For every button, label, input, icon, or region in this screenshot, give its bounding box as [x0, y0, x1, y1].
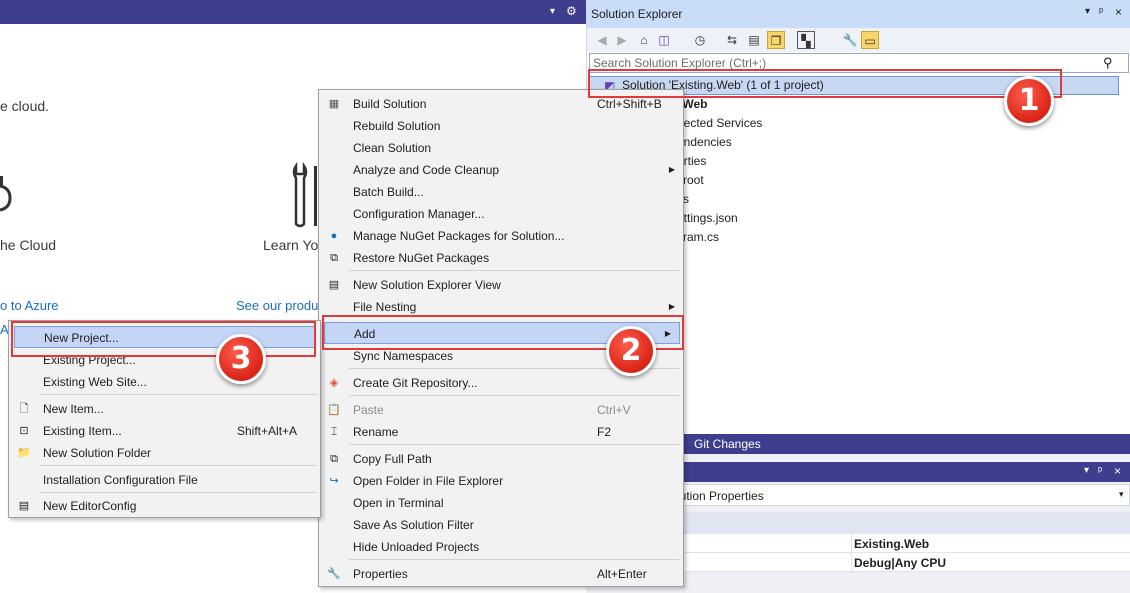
- pin-icon[interactable]: ᵖ: [1099, 6, 1103, 18]
- new-item-icon: 🗋: [19, 403, 29, 415]
- panel-title-bar: Solution Explorer ▾ ᵖ ×: [587, 0, 1130, 28]
- property-value: Debug|Any CPU: [854, 556, 947, 570]
- editorconfig-icon: ▤: [18, 500, 30, 512]
- menu-item-restore-nuget[interactable]: ⧉ Restore NuGet Packages: [319, 247, 683, 269]
- vs-switch-icon[interactable]: ◫: [655, 31, 673, 49]
- document-tab-bar: ▾ ⚙: [0, 0, 586, 24]
- close-icon[interactable]: ×: [1114, 464, 1121, 478]
- menu-separator: [349, 395, 679, 396]
- pending-changes-icon[interactable]: ◷: [691, 31, 709, 49]
- menu-item-rebuild-solution[interactable]: Rebuild Solution: [319, 115, 683, 137]
- collapse-icon[interactable]: ▤: [745, 31, 763, 49]
- callout-box-new-project: [11, 321, 316, 357]
- nuget-icon: ●: [330, 230, 338, 242]
- tree-item-connected-services[interactable]: nected Services: [677, 114, 1130, 133]
- menu-item-open-terminal[interactable]: Open in Terminal: [319, 492, 683, 514]
- tree-item-wwwroot[interactable]: root: [683, 171, 1130, 190]
- card-title-learn: Learn Yo: [263, 237, 319, 253]
- paste-icon: 📋: [327, 404, 341, 416]
- menu-separator: [349, 270, 679, 271]
- new-view-icon: ▤: [328, 279, 340, 291]
- tree-item-properties[interactable]: erties: [677, 152, 1130, 171]
- menu-item-new-solution-folder[interactable]: 📁 New Solution Folder: [9, 442, 320, 464]
- tree-item-appsettings[interactable]: ettings.json: [677, 209, 1130, 228]
- step-badge-3: 3: [216, 334, 266, 384]
- column-divider: [851, 534, 852, 574]
- menu-item-batch-build[interactable]: Batch Build...: [319, 181, 683, 203]
- cloud-icon: [0, 176, 12, 212]
- window-position-icon[interactable]: ▾: [1085, 6, 1090, 17]
- card-title-cloud: he Cloud: [0, 237, 57, 253]
- sync-icon[interactable]: ⇆: [723, 31, 741, 49]
- menu-item-copy-full-path[interactable]: ⧉ Copy Full Path: [319, 448, 683, 470]
- folder-icon: 📁: [17, 447, 31, 459]
- start-page-text: e cloud.: [0, 98, 50, 114]
- tree-item-program[interactable]: ram.cs: [683, 228, 1130, 247]
- menu-item-existing-item[interactable]: ⊡ Existing Item... Shift+Alt+A: [9, 420, 320, 442]
- menu-item-existing-web-site[interactable]: Existing Web Site...: [9, 371, 320, 393]
- step-badge-1: 1: [1004, 76, 1054, 126]
- menu-item-installation-config[interactable]: Installation Configuration File: [9, 469, 320, 491]
- panel-title: Solution Explorer: [591, 7, 683, 21]
- show-all-files-icon[interactable]: ❐: [767, 31, 785, 49]
- menu-item-analyze[interactable]: Analyze and Code Cleanup ▶: [319, 159, 683, 181]
- properties-wrench-icon[interactable]: 🔧: [841, 31, 859, 49]
- menu-item-hide-unloaded[interactable]: Hide Unloaded Projects: [319, 536, 683, 558]
- menu-item-rename[interactable]: ⌶ Rename F2: [319, 421, 683, 443]
- git-icon: ◈: [329, 377, 339, 389]
- forward-icon[interactable]: ▶: [613, 31, 631, 49]
- menu-item-open-folder[interactable]: ↪ Open Folder in File Explorer: [319, 470, 683, 492]
- search-icon[interactable]: ⚲: [1103, 55, 1113, 71]
- dropdown-icon[interactable]: ▾: [550, 6, 555, 17]
- folder-open-icon: ↪: [329, 475, 339, 487]
- back-icon[interactable]: ◀: [593, 31, 611, 49]
- menu-item-save-as-filter[interactable]: Save As Solution Filter: [319, 514, 683, 536]
- close-icon[interactable]: ×: [1115, 5, 1122, 19]
- step-badge-2: 2: [606, 326, 656, 376]
- pin-icon[interactable]: ᵖ: [1098, 465, 1102, 477]
- menu-separator: [39, 394, 317, 395]
- menu-item-manage-nuget[interactable]: ● Manage NuGet Packages for Solution...: [319, 225, 683, 247]
- copy-icon: ⧉: [330, 453, 338, 465]
- tools-icon: [292, 162, 317, 228]
- existing-item-icon: ⊡: [19, 425, 29, 437]
- window-position-icon[interactable]: ▾: [1084, 465, 1089, 476]
- restore-icon: ⧉: [330, 252, 338, 264]
- wrench-icon: 🔧: [327, 568, 341, 580]
- menu-item-new-editorconfig[interactable]: ▤ New EditorConfig: [9, 495, 320, 517]
- tree-item-dependencies[interactable]: endencies: [677, 133, 1130, 152]
- tree-item-pages[interactable]: s: [683, 190, 1130, 209]
- menu-separator: [349, 444, 679, 445]
- menu-separator: [39, 492, 317, 493]
- build-icon: ▦: [328, 98, 340, 110]
- rename-icon: ⌶: [330, 426, 338, 438]
- solution-explorer-toolbar: ◀ ▶ ⌂ ◫ ◷ ⇆ ▤ ❐ ▚ 🔧 ▭: [587, 28, 1130, 52]
- home-icon[interactable]: ⌂: [635, 31, 653, 49]
- chevron-down-icon: ▾: [1119, 489, 1124, 499]
- menu-separator: [349, 559, 679, 560]
- preview-selected-icon[interactable]: ▭: [861, 31, 879, 49]
- object-name: lution Properties: [677, 489, 764, 503]
- callout-box-solution: [588, 69, 1062, 98]
- submenu-arrow-icon: ▶: [668, 165, 675, 174]
- menu-item-new-solution-explorer-view[interactable]: ▤ New Solution Explorer View: [319, 274, 683, 296]
- property-value: Existing.Web: [854, 537, 930, 551]
- gear-icon[interactable]: ⚙: [566, 4, 577, 18]
- preview-icon[interactable]: ▚: [797, 31, 815, 49]
- menu-item-new-item[interactable]: 🗋 New Item...: [9, 398, 320, 420]
- tab-git-changes[interactable]: Git Changes: [694, 437, 761, 451]
- products-link[interactable]: See our produ: [236, 298, 318, 313]
- menu-item-paste[interactable]: 📋 Paste Ctrl+V: [319, 399, 683, 421]
- menu-separator: [39, 465, 317, 466]
- menu-item-clean-solution[interactable]: Clean Solution: [319, 137, 683, 159]
- menu-item-properties[interactable]: 🔧 Properties Alt+Enter: [319, 563, 683, 585]
- menu-item-configuration-manager[interactable]: Configuration Manager...: [319, 203, 683, 225]
- azure-link[interactable]: o to Azure: [0, 298, 59, 313]
